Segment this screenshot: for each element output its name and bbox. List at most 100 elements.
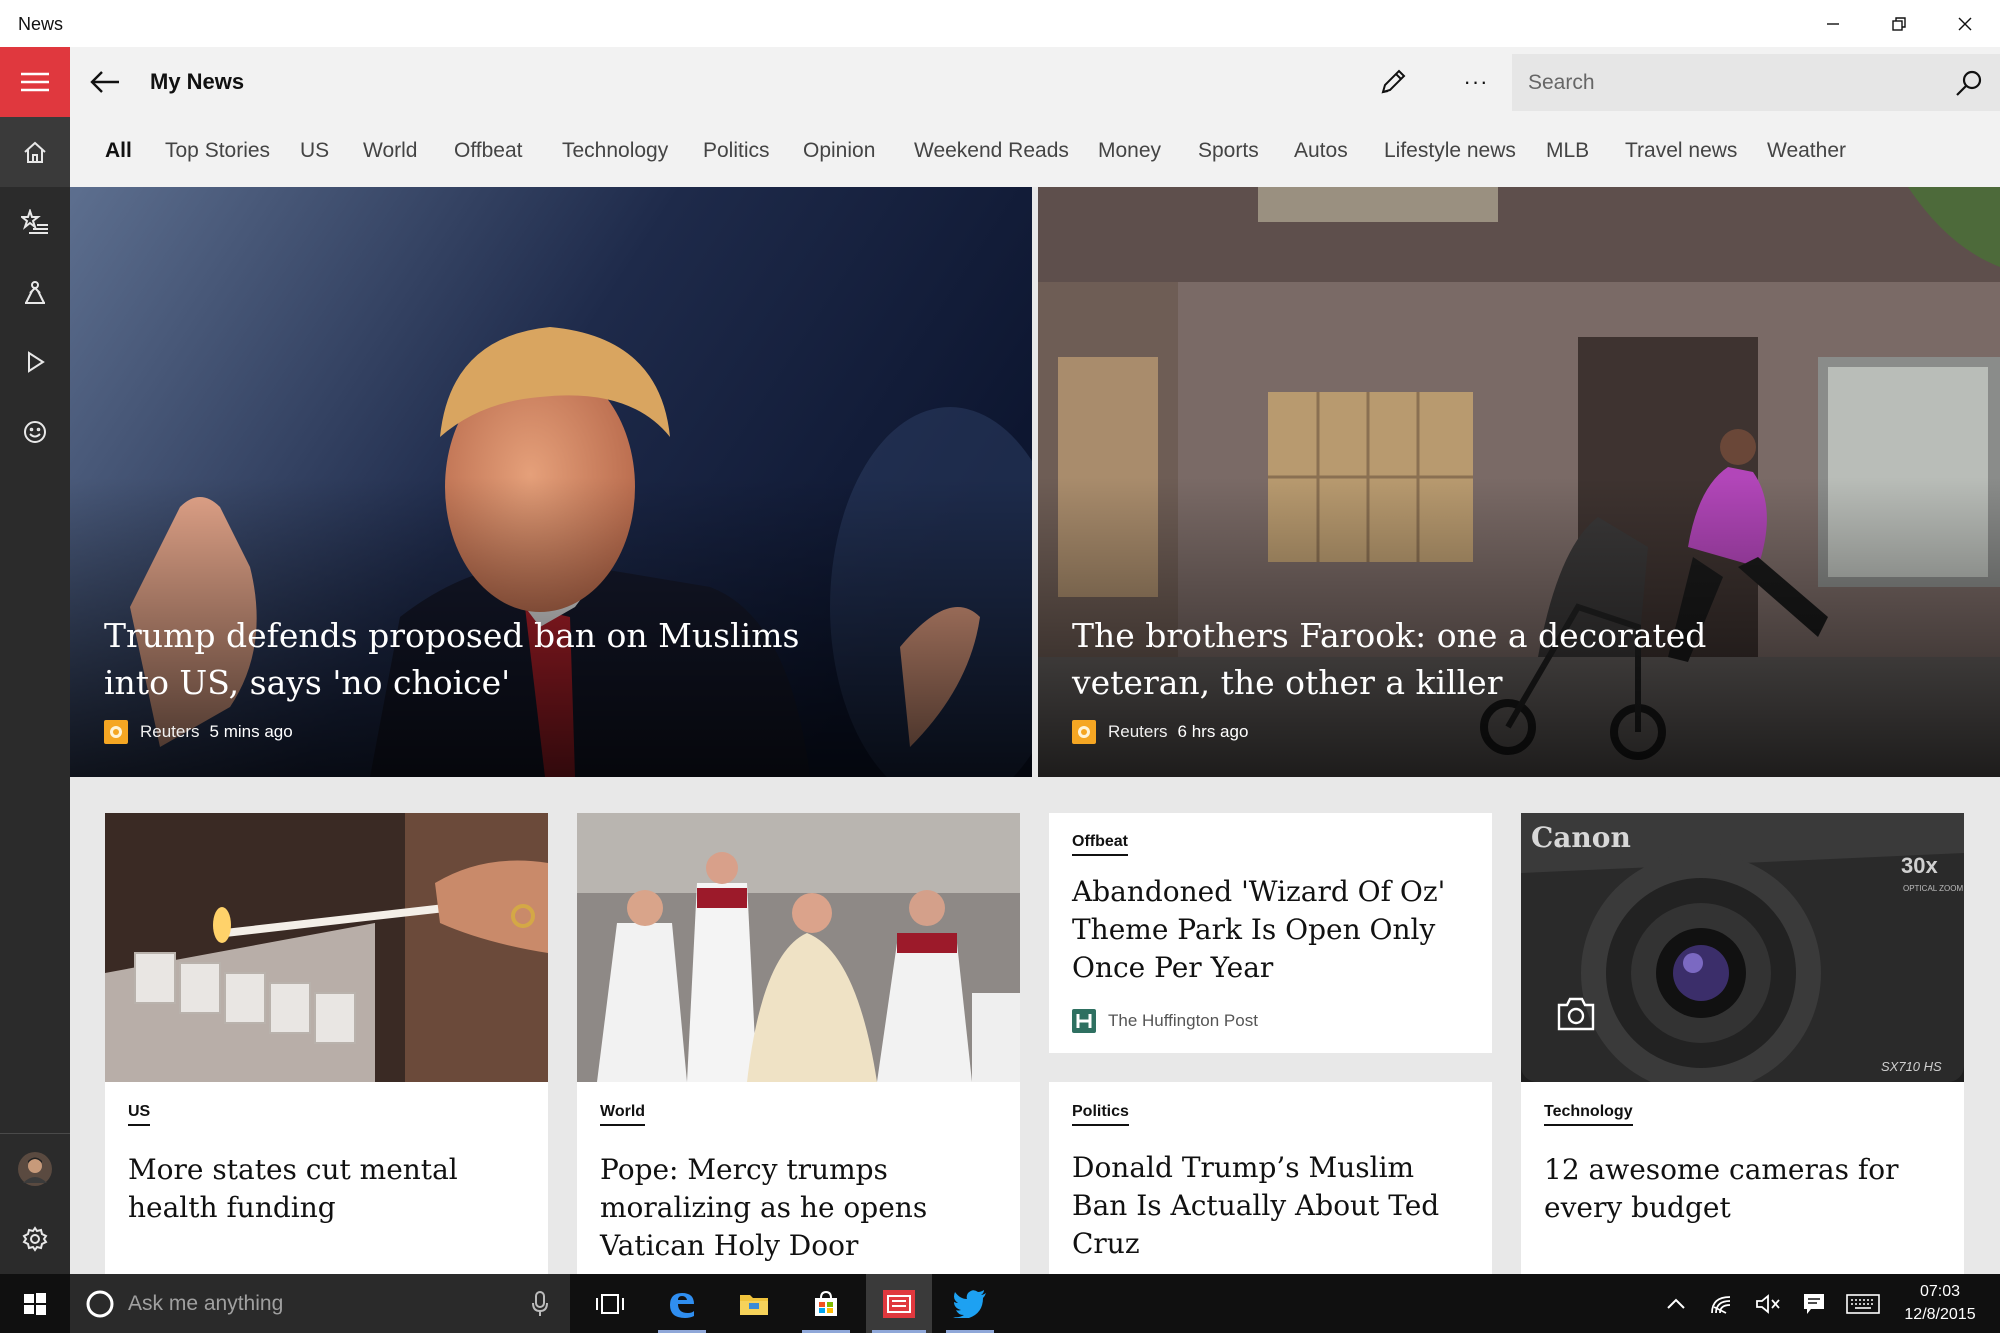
task-view-button[interactable] bbox=[580, 1274, 640, 1333]
hamburger-icon bbox=[21, 72, 49, 92]
play-icon bbox=[28, 351, 45, 373]
tab-sports[interactable]: Sports bbox=[1198, 139, 1259, 163]
hamburger-menu-button[interactable] bbox=[0, 47, 70, 117]
card-category: Politics bbox=[1072, 1103, 1129, 1126]
page-title: My News bbox=[150, 69, 245, 94]
clock-date: 12/8/2015 bbox=[1904, 1306, 1976, 1323]
volume-button[interactable] bbox=[1748, 1274, 1788, 1333]
camera-zoom-subtext: OPTICAL ZOOM bbox=[1903, 884, 1963, 893]
search-box bbox=[1512, 54, 2000, 111]
cortana-search bbox=[70, 1274, 570, 1333]
hero-timestamp: 6 hrs ago bbox=[1177, 722, 1249, 741]
camera-brand-text: Canon bbox=[1531, 821, 1631, 854]
hero-headline: Trump defends proposed ban on Muslims in… bbox=[104, 616, 800, 702]
card-category: Technology bbox=[1544, 1103, 1633, 1126]
volume-muted-icon bbox=[1756, 1293, 1780, 1314]
show-hidden-icons-button[interactable] bbox=[1656, 1274, 1696, 1333]
tab-lifestyle-news[interactable]: Lifestyle news bbox=[1384, 139, 1516, 163]
app-title: News bbox=[18, 14, 64, 34]
nav-rail bbox=[0, 47, 70, 1274]
rail-local-button[interactable] bbox=[0, 257, 70, 327]
touch-keyboard-button[interactable] bbox=[1840, 1274, 1886, 1333]
tab-top-stories[interactable]: Top Stories bbox=[165, 139, 270, 163]
rail-feedback-button[interactable] bbox=[0, 397, 70, 467]
edit-button[interactable] bbox=[1368, 57, 1418, 107]
account-button[interactable] bbox=[0, 1134, 70, 1204]
twitter-taskbar-button[interactable] bbox=[940, 1274, 1000, 1333]
rail-interests-button[interactable] bbox=[0, 187, 70, 257]
hero-source-name: Reuters bbox=[1108, 722, 1168, 741]
avatar bbox=[18, 1152, 52, 1186]
rail-home-button[interactable] bbox=[0, 117, 70, 187]
search-input[interactable] bbox=[1512, 54, 1932, 111]
windows-logo-icon bbox=[24, 1292, 46, 1315]
hero-source: Reuters 6 hrs ago bbox=[1072, 719, 1248, 745]
card-source: The Huffington Post bbox=[1072, 1009, 1258, 1033]
back-button[interactable] bbox=[80, 57, 130, 107]
more-options-button[interactable]: ··· bbox=[1451, 57, 1501, 107]
settings-button[interactable] bbox=[0, 1204, 70, 1274]
tab-weather[interactable]: Weather bbox=[1767, 139, 1846, 163]
card-source-name: The Huffington Post bbox=[1108, 1011, 1258, 1030]
network-button[interactable] bbox=[1702, 1274, 1742, 1333]
camera-model-text: SX710 HS bbox=[1881, 1059, 1942, 1074]
card-headline: Abandoned 'Wizard Of Oz' Theme Park Is O… bbox=[1072, 875, 1446, 984]
pope-photo bbox=[577, 813, 1020, 1082]
cortana-icon bbox=[86, 1290, 114, 1318]
story-card[interactable]: Canon 30x OPTICAL ZOOM SX710 HS Technolo… bbox=[1521, 813, 1964, 1274]
file-explorer-button[interactable] bbox=[724, 1274, 784, 1333]
message-icon bbox=[1804, 1293, 1824, 1314]
card-category: Offbeat bbox=[1072, 833, 1128, 856]
minimize-button[interactable] bbox=[1800, 0, 1866, 47]
story-card[interactable]: World Pope: Mercy trumps moralizing as h… bbox=[577, 813, 1020, 1274]
smiley-icon bbox=[24, 421, 46, 443]
reuters-logo-icon bbox=[1072, 720, 1096, 744]
network-icon bbox=[1711, 1295, 1731, 1314]
tab-mlb[interactable]: MLB bbox=[1546, 139, 1589, 163]
edge-icon bbox=[670, 1292, 694, 1318]
gear-icon bbox=[22, 1226, 48, 1252]
camera-icon bbox=[1557, 997, 1595, 1031]
tab-us[interactable]: US bbox=[300, 139, 329, 163]
story-card[interactable]: Offbeat Abandoned 'Wizard Of Oz' Theme P… bbox=[1049, 813, 1492, 1053]
start-button[interactable] bbox=[0, 1274, 70, 1333]
camera-photo: Canon 30x OPTICAL ZOOM SX710 HS bbox=[1521, 813, 1964, 1082]
tab-weekend-reads[interactable]: Weekend Reads bbox=[914, 139, 1069, 163]
taskbar-clock[interactable]: 07:03 12/8/2015 bbox=[1890, 1280, 1990, 1326]
news-taskbar-button[interactable] bbox=[866, 1274, 932, 1333]
chevron-up-icon bbox=[1667, 1298, 1685, 1309]
hero-headline: The brothers Farook: one a decorated vet… bbox=[1072, 616, 1707, 702]
candle-photo bbox=[105, 813, 548, 1082]
close-button[interactable] bbox=[1932, 0, 1998, 47]
microphone-icon[interactable] bbox=[530, 1290, 550, 1318]
tab-world[interactable]: World bbox=[363, 139, 417, 163]
action-center-button[interactable] bbox=[1794, 1274, 1834, 1333]
star-list-icon bbox=[21, 209, 48, 234]
card-headline: More states cut mental health funding bbox=[128, 1153, 458, 1224]
search-button[interactable] bbox=[1944, 58, 1994, 108]
restore-button[interactable] bbox=[1866, 0, 1932, 47]
tab-offbeat[interactable]: Offbeat bbox=[454, 139, 523, 163]
card-headline: Donald Trump’s Muslim Ban Is Actually Ab… bbox=[1072, 1151, 1440, 1260]
tab-opinion[interactable]: Opinion bbox=[803, 139, 875, 163]
edge-taskbar-button[interactable] bbox=[652, 1274, 712, 1333]
tab-travel-news[interactable]: Travel news bbox=[1625, 139, 1737, 163]
news-feed: Trump defends proposed ban on Muslims in… bbox=[70, 187, 2000, 1274]
taskbar: 07:03 12/8/2015 bbox=[0, 1274, 2000, 1333]
hero-source: Reuters 5 mins ago bbox=[104, 719, 293, 745]
rail-video-button[interactable] bbox=[0, 327, 70, 397]
hero-story[interactable]: Trump defends proposed ban on Muslims in… bbox=[70, 187, 1032, 777]
tab-politics[interactable]: Politics bbox=[703, 139, 770, 163]
tab-technology[interactable]: Technology bbox=[562, 139, 668, 163]
store-button[interactable] bbox=[796, 1274, 856, 1333]
pencil-icon bbox=[1381, 69, 1406, 94]
back-arrow-icon bbox=[90, 71, 119, 93]
hero-story[interactable]: The brothers Farook: one a decorated vet… bbox=[1038, 187, 2000, 777]
tab-all[interactable]: All bbox=[105, 139, 132, 163]
story-card[interactable]: Politics Donald Trump’s Muslim Ban Is Ac… bbox=[1049, 1082, 1492, 1274]
story-card[interactable]: US More states cut mental health funding bbox=[105, 813, 548, 1274]
tab-money[interactable]: Money bbox=[1098, 139, 1161, 163]
tab-autos[interactable]: Autos bbox=[1294, 139, 1348, 163]
clock-time: 07:03 bbox=[1919, 1283, 1961, 1300]
cortana-input[interactable] bbox=[128, 1274, 508, 1333]
